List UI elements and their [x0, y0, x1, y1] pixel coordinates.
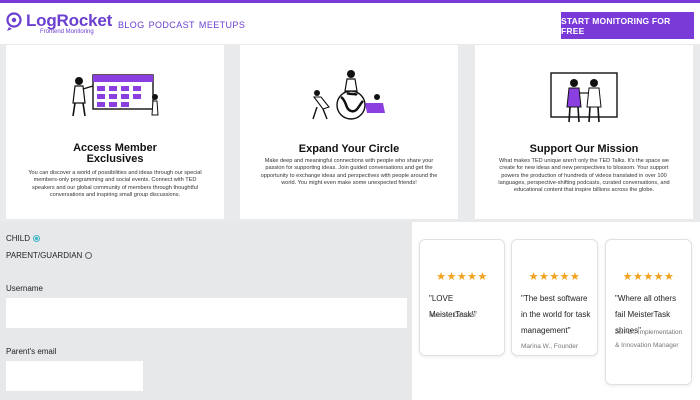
testimonial-quote: "The best software in the world for task… — [521, 294, 591, 335]
card-title-line: Expand Your Circle — [298, 143, 400, 155]
people-screen-illustration — [550, 72, 618, 123]
testimonial-author: Jon G., Implementation & Innovation Mana… — [615, 329, 683, 349]
card-description: What makes TED unique aren't only the TE… — [498, 158, 670, 194]
card-access-member-exclusives: Access Member Exclusives You can discove… — [6, 45, 224, 219]
testimonial-card: ★★★★★ "The best software in the world fo… — [511, 239, 598, 356]
username-label: Username — [6, 284, 43, 293]
main-nav: BLOG PODCAST MEETUPS — [118, 20, 245, 30]
nav-link-meetups[interactable]: MEETUPS — [199, 20, 245, 30]
radio-label: CHILD — [6, 234, 31, 243]
calendar-people-illustration — [72, 74, 159, 117]
parent-email-input[interactable] — [6, 361, 143, 391]
card-title-line: Support Our Mission — [529, 143, 639, 155]
testimonial-author: Marina W., Founder — [521, 343, 579, 350]
radio-option-child[interactable]: CHILD — [6, 234, 41, 243]
globe-people-illustration — [312, 70, 385, 120]
start-monitoring-button[interactable]: START MONITORING FOR FREE — [561, 12, 694, 39]
nav-link-podcast[interactable]: PODCAST — [149, 20, 195, 30]
radio-button-selected[interactable] — [33, 235, 41, 242]
username-input[interactable] — [6, 298, 407, 328]
testimonial-card: ★★★★★ "Where all others fail MeisterTask… — [605, 239, 692, 385]
radio-label: PARENT/GUARDIAN — [6, 251, 83, 260]
testimonials-section: ★★★★★ "LOVE MeisterTask!" Matt H., Direc… — [412, 222, 700, 400]
card-support-our-mission: Support Our Mission What makes TED uniqu… — [475, 45, 693, 219]
testimonial-author: Matt H., Director — [429, 312, 477, 319]
parent-email-label: Parent's email — [6, 347, 57, 356]
radio-button[interactable] — [85, 252, 93, 259]
rocket-logo-icon — [6, 12, 22, 31]
card-description: Make deep and meaningful connections wit… — [260, 158, 438, 186]
testimonial-card: ★★★★★ "LOVE MeisterTask!" Matt H., Direc… — [419, 239, 505, 356]
card-description: You can discover a world of possibilitie… — [28, 170, 202, 198]
brand-name: LogRocket — [26, 11, 113, 30]
signup-form: CHILD PARENT/GUARDIAN Username Parent's … — [0, 222, 412, 400]
nav-link-blog[interactable]: BLOG — [118, 20, 145, 30]
brand-subtitle: Frontend Monitoring — [40, 29, 94, 35]
star-rating-icon: ★★★★★ — [528, 271, 581, 283]
card-title: Support Our Mission — [475, 144, 693, 155]
star-rating-icon: ★★★★★ — [436, 271, 488, 283]
top-navigation: LogRocket Frontend Monitoring BLOG PODCA… — [0, 0, 700, 44]
card-title-line: Exclusives — [86, 153, 144, 165]
card-title: Access Member Exclusives — [6, 143, 224, 165]
star-rating-icon: ★★★★★ — [622, 271, 675, 283]
card-title: Expand Your Circle — [240, 144, 458, 155]
card-expand-your-circle: Expand Your Circle Make deep and meaning… — [240, 45, 458, 219]
logrocket-logo[interactable]: LogRocket Frontend Monitoring — [6, 10, 113, 40]
radio-option-parent[interactable]: PARENT/GUARDIAN — [6, 251, 93, 260]
